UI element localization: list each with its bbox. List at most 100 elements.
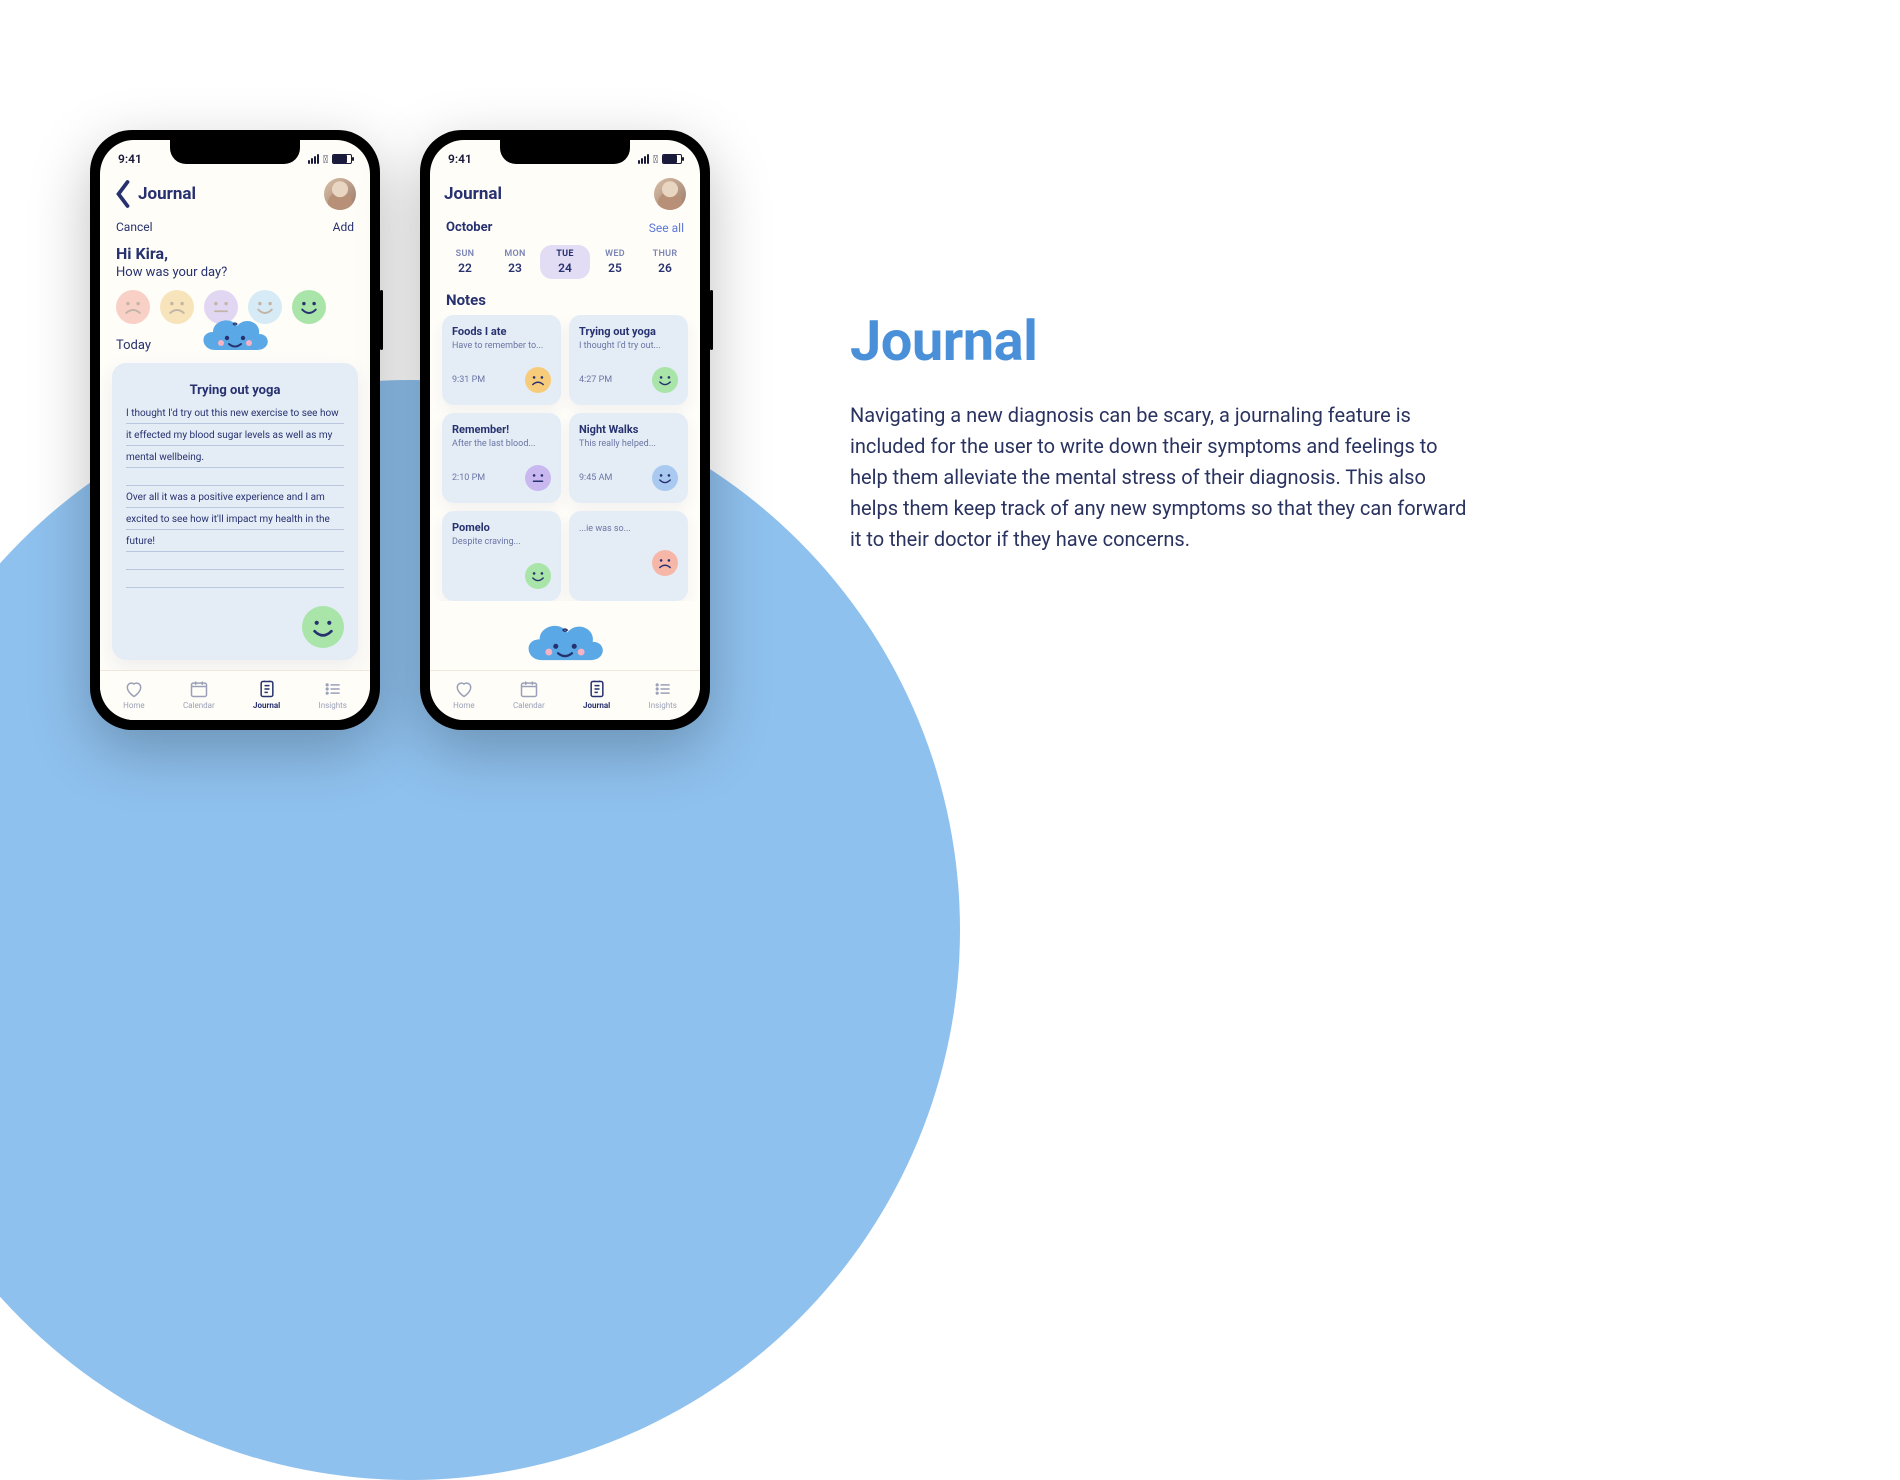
day-of-week: THUR	[640, 249, 690, 259]
note-mood-icon	[525, 367, 551, 393]
signal-icon	[638, 154, 649, 164]
entry-line: mental wellbeing.	[126, 450, 344, 468]
notch	[170, 140, 300, 164]
signal-icon	[308, 154, 319, 164]
calendar-day[interactable]: WED 25	[590, 245, 640, 279]
nav-label: Insights	[649, 701, 677, 710]
calendar-day[interactable]: SUN22	[440, 245, 490, 279]
wifi-icon: 􀙇	[323, 153, 328, 166]
notch	[500, 140, 630, 164]
nav-label: Calendar	[513, 701, 545, 710]
calendar-day[interactable]: MON 23	[490, 245, 540, 279]
day-number: 22	[440, 261, 490, 275]
phone-frame-1: 9:41 􀙇 Journal	[90, 130, 380, 730]
entry-line: I thought I'd try out this new exercise …	[126, 406, 344, 424]
note-mood-icon	[525, 465, 551, 491]
mood-option[interactable]	[160, 290, 194, 324]
note-mood-icon	[652, 550, 678, 576]
note-title: Remember!	[452, 423, 551, 436]
nav-label: Home	[453, 701, 475, 710]
note-card[interactable]: Night Walks This really helped... 9:45 A…	[569, 413, 688, 503]
note-time: 9:31 PM	[452, 375, 485, 385]
nav-calendar[interactable]: Calendar	[513, 679, 545, 710]
note-time: 4:27 PM	[579, 375, 612, 385]
avatar[interactable]	[324, 178, 356, 210]
month-label: October	[446, 220, 492, 235]
entry-line: it effected my blood sugar levels as wel…	[126, 428, 344, 446]
nav-label: Journal	[253, 701, 280, 710]
status-time: 9:41	[448, 152, 472, 166]
nav-home[interactable]: Home	[453, 679, 475, 710]
section-heading: Journal	[850, 308, 1470, 374]
note-card[interactable]: Remember! After the last blood... 2:10 P…	[442, 413, 561, 503]
nav-label: Insights	[319, 701, 347, 710]
journal-entry-card[interactable]: Trying out yoga I thought I'd try out th…	[112, 363, 358, 660]
nav-calendar[interactable]: Calendar	[183, 679, 215, 710]
cloud-mascot-icon	[197, 310, 273, 362]
mood-option[interactable]	[292, 290, 326, 324]
note-title: Foods I ate	[452, 325, 551, 338]
day-of-week: MON	[490, 249, 540, 259]
nav-insights[interactable]: Insights	[319, 679, 347, 710]
note-card[interactable]: Pomelo Despite craving...	[442, 511, 561, 601]
see-all-link[interactable]: See all	[649, 221, 684, 235]
entry-title: Trying out yoga	[126, 383, 344, 398]
note-excerpt: Have to remember to...	[452, 341, 551, 351]
note-card[interactable]: ...ie was so...	[569, 511, 688, 601]
nav-label: Journal	[583, 701, 610, 710]
day-number: 26	[640, 261, 690, 275]
note-time: 9:45 AM	[579, 473, 612, 483]
note-mood-icon	[652, 367, 678, 393]
nav-insights[interactable]: Insights	[649, 679, 677, 710]
note-card[interactable]: Trying out yoga I thought I'd try out...…	[569, 315, 688, 405]
avatar[interactable]	[654, 178, 686, 210]
nav-journal[interactable]: Journal	[253, 679, 280, 710]
battery-icon	[662, 154, 682, 164]
entry-mood-icon	[302, 606, 344, 648]
day-number: 25	[590, 261, 640, 275]
nav-label: Home	[123, 701, 145, 710]
note-mood-icon	[525, 563, 551, 589]
day-number: 23	[490, 261, 540, 275]
greeting-name: Hi Kira,	[116, 244, 354, 263]
entry-line: Over all it was a positive experience an…	[126, 490, 344, 508]
day-of-week: WED	[590, 249, 640, 259]
note-title: Night Walks	[579, 423, 678, 436]
nav-label: Calendar	[183, 701, 215, 710]
bottom-nav: Home Calendar Journal Insights	[100, 670, 370, 720]
bottom-nav: Home Calendar Journal Insights	[430, 670, 700, 720]
note-excerpt: ...ie was so...	[579, 524, 678, 534]
notes-heading: Notes	[430, 281, 700, 315]
entry-line: future!	[126, 534, 344, 552]
screen-add-entry: 9:41 􀙇 Journal	[100, 140, 370, 720]
battery-icon	[332, 154, 352, 164]
day-number: 24	[540, 261, 590, 275]
nav-journal[interactable]: Journal	[583, 679, 610, 710]
mood-option[interactable]	[116, 290, 150, 324]
add-button[interactable]: Add	[333, 220, 354, 234]
page-title: Journal	[138, 184, 196, 204]
phone-frame-2: 9:41 􀙇 Journal October See all SUN22MON2…	[420, 130, 710, 730]
cancel-button[interactable]: Cancel	[116, 220, 153, 234]
note-mood-icon	[652, 465, 678, 491]
screen-journal-list: 9:41 􀙇 Journal October See all SUN22MON2…	[430, 140, 700, 720]
day-of-week: TUE	[540, 249, 590, 259]
status-time: 9:41	[118, 152, 142, 166]
note-excerpt: This really helped...	[579, 439, 678, 449]
entry-line: excited to see how it'll impact my healt…	[126, 512, 344, 530]
note-title: Trying out yoga	[579, 325, 678, 338]
page-title: Journal	[444, 184, 502, 204]
back-chevron-icon[interactable]	[114, 185, 132, 203]
note-excerpt: I thought I'd try out...	[579, 341, 678, 351]
note-title: Pomelo	[452, 521, 551, 534]
note-excerpt: After the last blood...	[452, 439, 551, 449]
greeting-question: How was your day?	[116, 265, 354, 280]
note-card[interactable]: Foods I ate Have to remember to... 9:31 …	[442, 315, 561, 405]
note-time: 2:10 PM	[452, 473, 485, 483]
nav-home[interactable]: Home	[123, 679, 145, 710]
note-excerpt: Despite craving...	[452, 537, 551, 547]
calendar-day[interactable]: THUR 26	[640, 245, 690, 279]
calendar-day[interactable]: TUE 24	[540, 245, 590, 279]
cloud-mascot-icon	[520, 614, 610, 670]
wifi-icon: 􀙇	[653, 153, 658, 166]
